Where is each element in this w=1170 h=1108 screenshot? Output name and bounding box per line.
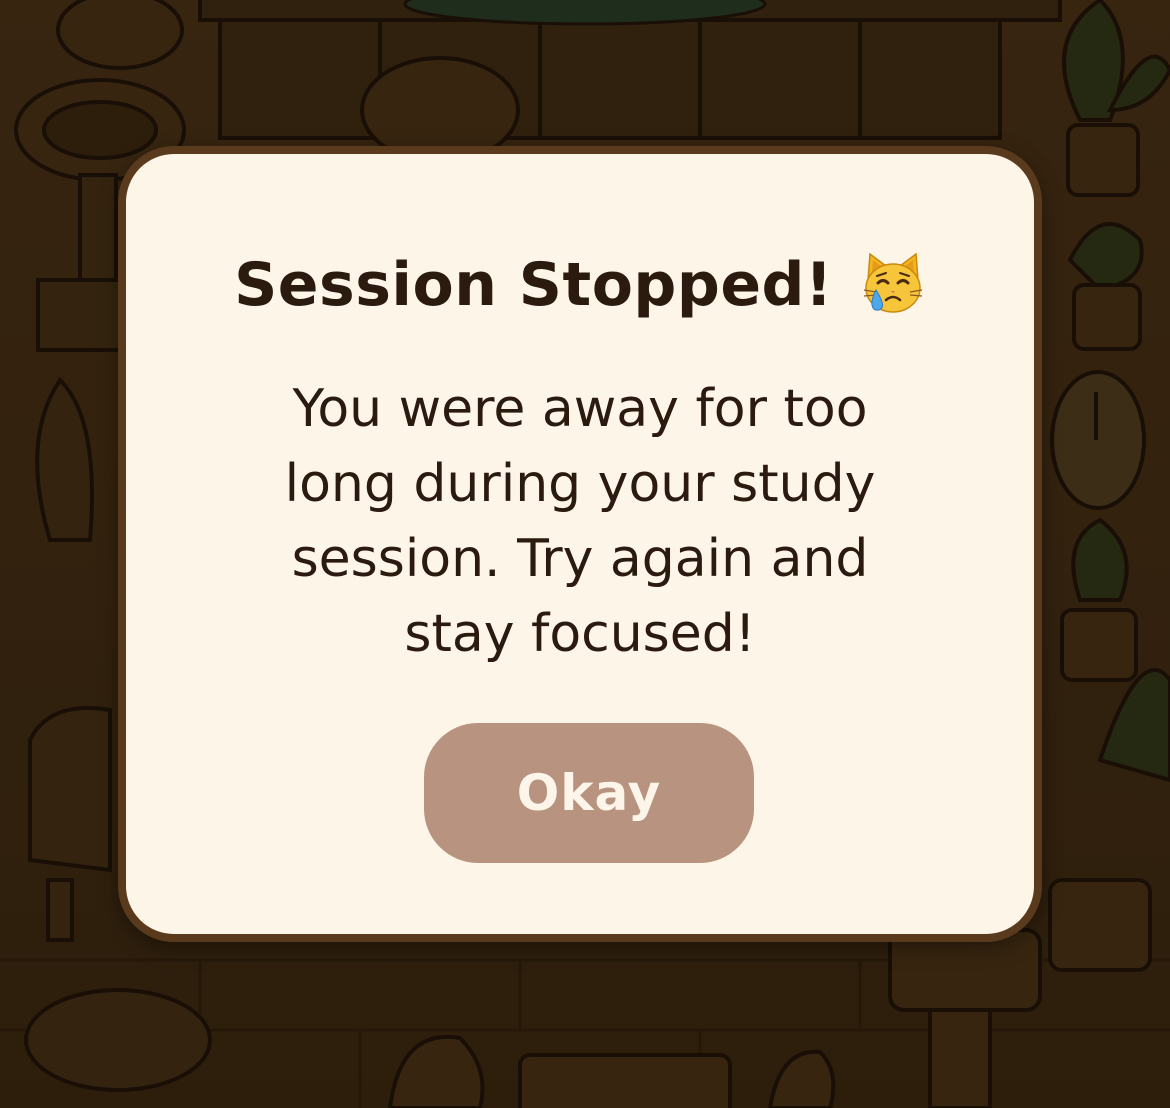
dialog-message: You were away for too long during your s…: [284, 379, 876, 664]
session-stopped-dialog: Session Stopped! You were away for too l…: [118, 146, 1042, 942]
dialog-title: Session Stopped!: [234, 250, 833, 320]
crying-cat-face-icon: [860, 250, 926, 316]
dialog-header: Session Stopped!: [126, 250, 1034, 320]
okay-button[interactable]: Okay: [424, 723, 754, 863]
